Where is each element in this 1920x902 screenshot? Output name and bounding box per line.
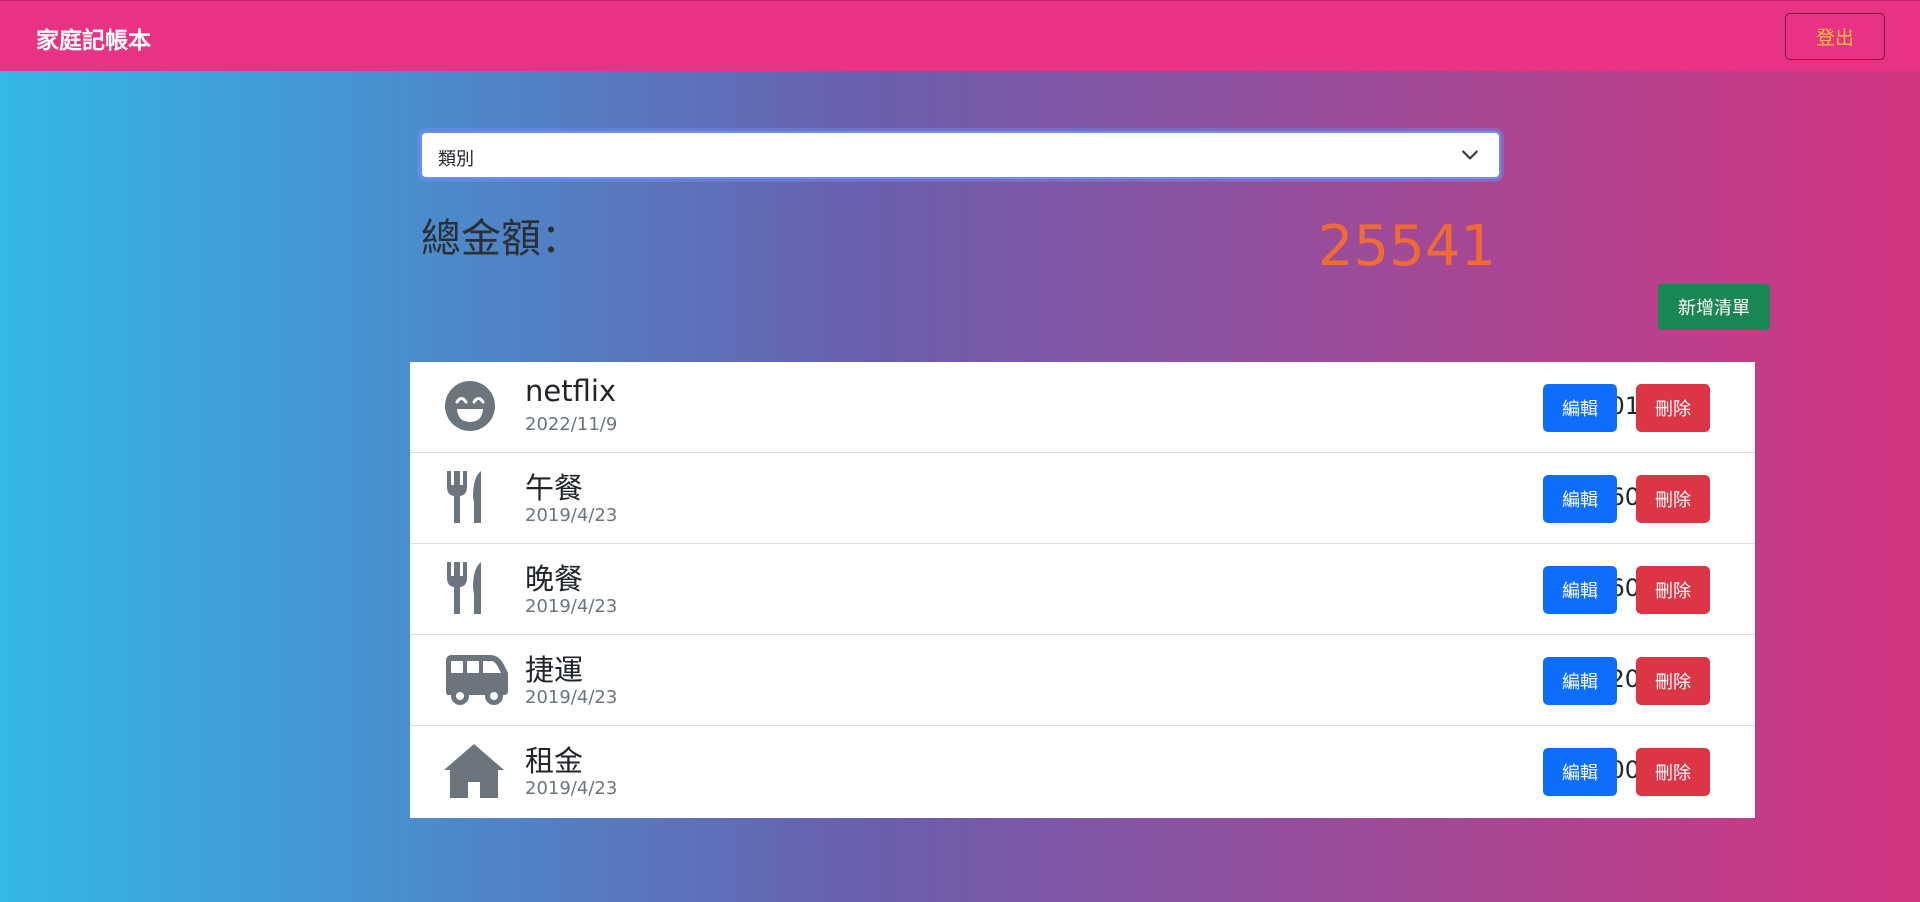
chevron-down-icon	[1462, 150, 1478, 160]
edit-button[interactable]: 編輯	[1543, 748, 1617, 796]
list-item: 捷運 2019/4/23 120 編輯 刪除	[410, 635, 1755, 726]
item-name: 捷運	[525, 653, 584, 687]
delete-button[interactable]: 刪除	[1636, 384, 1710, 432]
utensils-icon	[447, 471, 481, 523]
item-name: 晚餐	[525, 562, 584, 596]
item-date: 2019/4/23	[525, 596, 618, 617]
expense-list: netflix 2022/11/9 301 編輯 刪除 午餐 2019/4/23…	[410, 362, 1755, 818]
edit-button[interactable]: 編輯	[1543, 566, 1617, 614]
home-icon	[444, 744, 504, 798]
delete-button[interactable]: 刪除	[1636, 475, 1710, 523]
edit-button[interactable]: 編輯	[1543, 384, 1617, 432]
total-value: 25541	[1317, 214, 1496, 279]
smile-icon	[445, 381, 495, 431]
item-date: 2019/4/23	[525, 687, 618, 708]
list-item: netflix 2022/11/9 301 編輯 刪除	[410, 362, 1755, 453]
item-date: 2022/11/9	[525, 414, 618, 435]
list-item: 晚餐 2019/4/23 60 編輯 刪除	[410, 544, 1755, 635]
list-item: 租金 2019/4/23 25000 編輯 刪除	[410, 726, 1755, 818]
item-name: 租金	[525, 744, 584, 778]
item-name: netflix	[525, 374, 617, 408]
app-brand[interactable]: 家庭記帳本	[36, 21, 151, 55]
navbar: 家庭記帳本 登出	[0, 0, 1920, 71]
edit-button[interactable]: 編輯	[1543, 475, 1617, 523]
total-label: 總金額：	[421, 216, 581, 262]
logout-button[interactable]: 登出	[1785, 13, 1885, 60]
item-date: 2019/4/23	[525, 505, 618, 526]
list-item: 午餐 2019/4/23 60 編輯 刪除	[410, 453, 1755, 544]
utensils-icon	[447, 562, 481, 614]
bus-icon	[446, 655, 508, 705]
item-name: 午餐	[525, 471, 584, 505]
category-select[interactable]: 類別	[420, 131, 1501, 179]
item-date: 2019/4/23	[525, 778, 618, 799]
edit-button[interactable]: 編輯	[1543, 657, 1617, 705]
add-list-button[interactable]: 新增清單	[1658, 284, 1770, 330]
delete-button[interactable]: 刪除	[1636, 566, 1710, 614]
category-select-value: 類別	[438, 149, 474, 170]
delete-button[interactable]: 刪除	[1636, 748, 1710, 796]
delete-button[interactable]: 刪除	[1636, 657, 1710, 705]
